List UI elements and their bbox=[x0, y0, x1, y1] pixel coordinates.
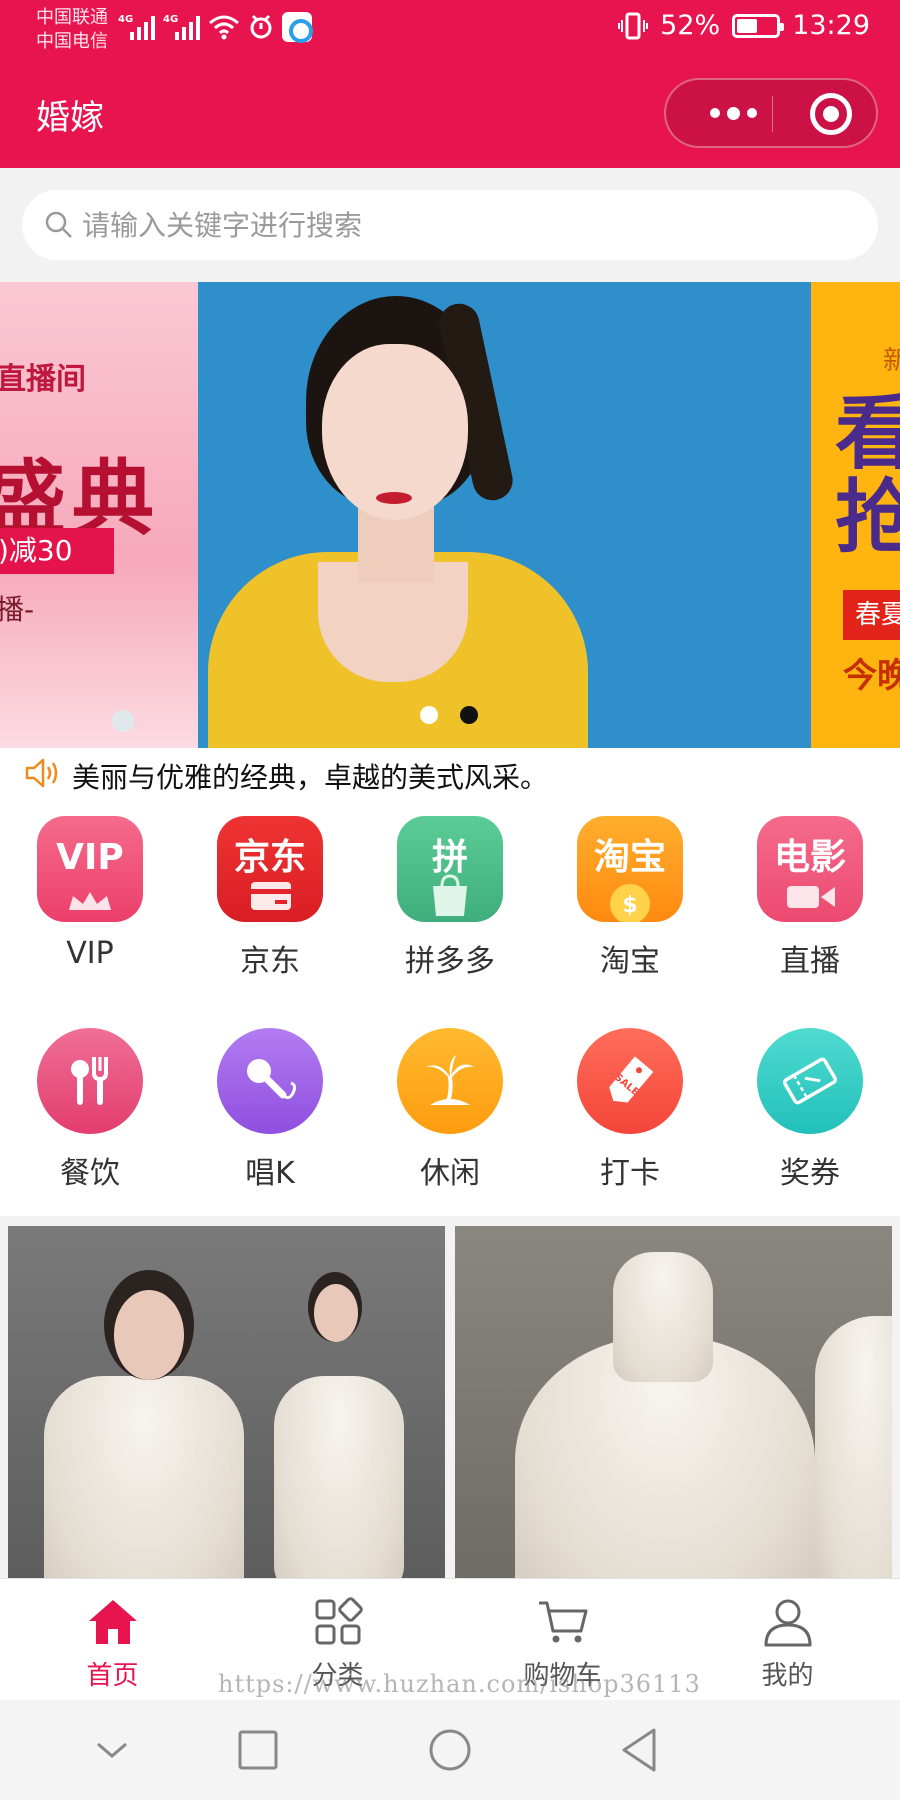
grid-item-jd[interactable]: 京东 京东 bbox=[180, 802, 360, 992]
speaker-icon bbox=[25, 758, 58, 788]
wifi-icon bbox=[208, 14, 240, 40]
banner-slide-current[interactable] bbox=[198, 282, 811, 748]
user-icon bbox=[764, 1599, 812, 1647]
clock: 13:29 bbox=[792, 10, 870, 41]
tab-home[interactable]: 首页 bbox=[0, 1579, 225, 1701]
status-bar: 中国联通 中国电信 4G 4G 52% 13:29 bbox=[0, 0, 900, 56]
banner-carousel[interactable]: 直播间 盛典 )减30 播- 新 看 抢 春夏 今晚 bbox=[0, 282, 900, 748]
carousel-dot[interactable] bbox=[420, 706, 438, 724]
product-card[interactable] bbox=[8, 1226, 445, 1578]
app-notification-icon bbox=[282, 12, 313, 43]
notice-text: 美丽与优雅的经典，卓越的美式风采。 bbox=[72, 761, 549, 794]
carrier-names: 中国联通 中国电信 bbox=[36, 6, 108, 54]
home-icon bbox=[89, 1600, 137, 1644]
watermark: https://www.huzhan.com/ishop36113 bbox=[218, 1670, 701, 1698]
carrier-2: 中国电信 bbox=[36, 31, 108, 52]
alarm-icon bbox=[248, 13, 274, 41]
battery-icon bbox=[732, 13, 785, 38]
grid-item-vip[interactable]: VIP VIP bbox=[0, 802, 180, 992]
product-list bbox=[0, 1216, 900, 1578]
nav-bar: 婚嫁 bbox=[0, 56, 900, 168]
back-button[interactable] bbox=[612, 1722, 668, 1778]
carousel-dots[interactable] bbox=[420, 706, 478, 724]
miniprogram-capsule bbox=[664, 78, 878, 148]
battery-percent: 52% bbox=[660, 10, 721, 41]
grid-item-coupon[interactable]: 奖券 bbox=[720, 1014, 900, 1204]
category-icon bbox=[315, 1597, 363, 1645]
taobao-icon: 淘宝 $ bbox=[577, 816, 683, 922]
live-icon: 电影 bbox=[757, 816, 863, 922]
cart-icon bbox=[539, 1601, 588, 1643]
search-bar[interactable] bbox=[22, 190, 878, 260]
grid-item-leisure[interactable]: 休闲 bbox=[360, 1014, 540, 1204]
home-button[interactable] bbox=[422, 1722, 478, 1778]
notice-bar[interactable]: 美丽与优雅的经典，卓越的美式风采。 bbox=[0, 748, 900, 802]
grid-item-pinduoduo[interactable]: 拼 拼多多 bbox=[360, 802, 540, 992]
tab-profile[interactable]: 我的 bbox=[675, 1579, 900, 1701]
system-nav-bar bbox=[0, 1700, 900, 1800]
signal-icon: 4G bbox=[163, 14, 200, 40]
pinduoduo-icon: 拼 bbox=[397, 816, 503, 922]
product-card[interactable] bbox=[455, 1226, 892, 1578]
chevron-down-icon[interactable] bbox=[84, 1722, 140, 1778]
recent-apps-button[interactable] bbox=[230, 1722, 286, 1778]
signal-icon: 4G bbox=[118, 14, 155, 40]
jd-icon: 京东 bbox=[217, 816, 323, 922]
search-input[interactable] bbox=[82, 202, 842, 248]
grid-item-live[interactable]: 电影 直播 bbox=[720, 802, 900, 992]
ticket-icon bbox=[757, 1028, 863, 1134]
page-title: 婚嫁 bbox=[36, 98, 104, 138]
carrier-1: 中国联通 bbox=[36, 7, 108, 28]
vibrate-icon bbox=[618, 12, 649, 39]
dining-icon bbox=[37, 1028, 143, 1134]
search-section bbox=[0, 168, 900, 282]
svg-text:$: $ bbox=[622, 893, 637, 918]
grid-item-karaoke[interactable]: 唱K bbox=[180, 1014, 360, 1204]
close-button[interactable] bbox=[810, 93, 852, 135]
more-button[interactable] bbox=[694, 80, 772, 146]
more-icon bbox=[709, 108, 720, 118]
grid-item-dining[interactable]: 餐饮 bbox=[0, 1014, 180, 1204]
search-icon bbox=[45, 211, 72, 238]
banner-slide-next[interactable]: 新 看 抢 春夏 今晚 bbox=[811, 282, 900, 748]
palm-tree-icon bbox=[397, 1028, 503, 1134]
carousel-dot-active[interactable] bbox=[460, 706, 478, 724]
grid-item-taobao[interactable]: 淘宝 $ 淘宝 bbox=[540, 802, 720, 992]
grid-item-checkin[interactable]: SALE 打卡 bbox=[540, 1014, 720, 1204]
microphone-icon bbox=[217, 1028, 323, 1134]
tag-icon: SALE bbox=[577, 1028, 683, 1134]
banner-slide-prev[interactable]: 直播间 盛典 )减30 播- bbox=[0, 282, 198, 748]
category-grid: VIP VIP 京东 京东 拼 拼多多 淘宝 $ 淘宝 电影 直播 餐饮 唱K … bbox=[0, 802, 900, 1216]
vip-icon: VIP bbox=[37, 816, 143, 922]
